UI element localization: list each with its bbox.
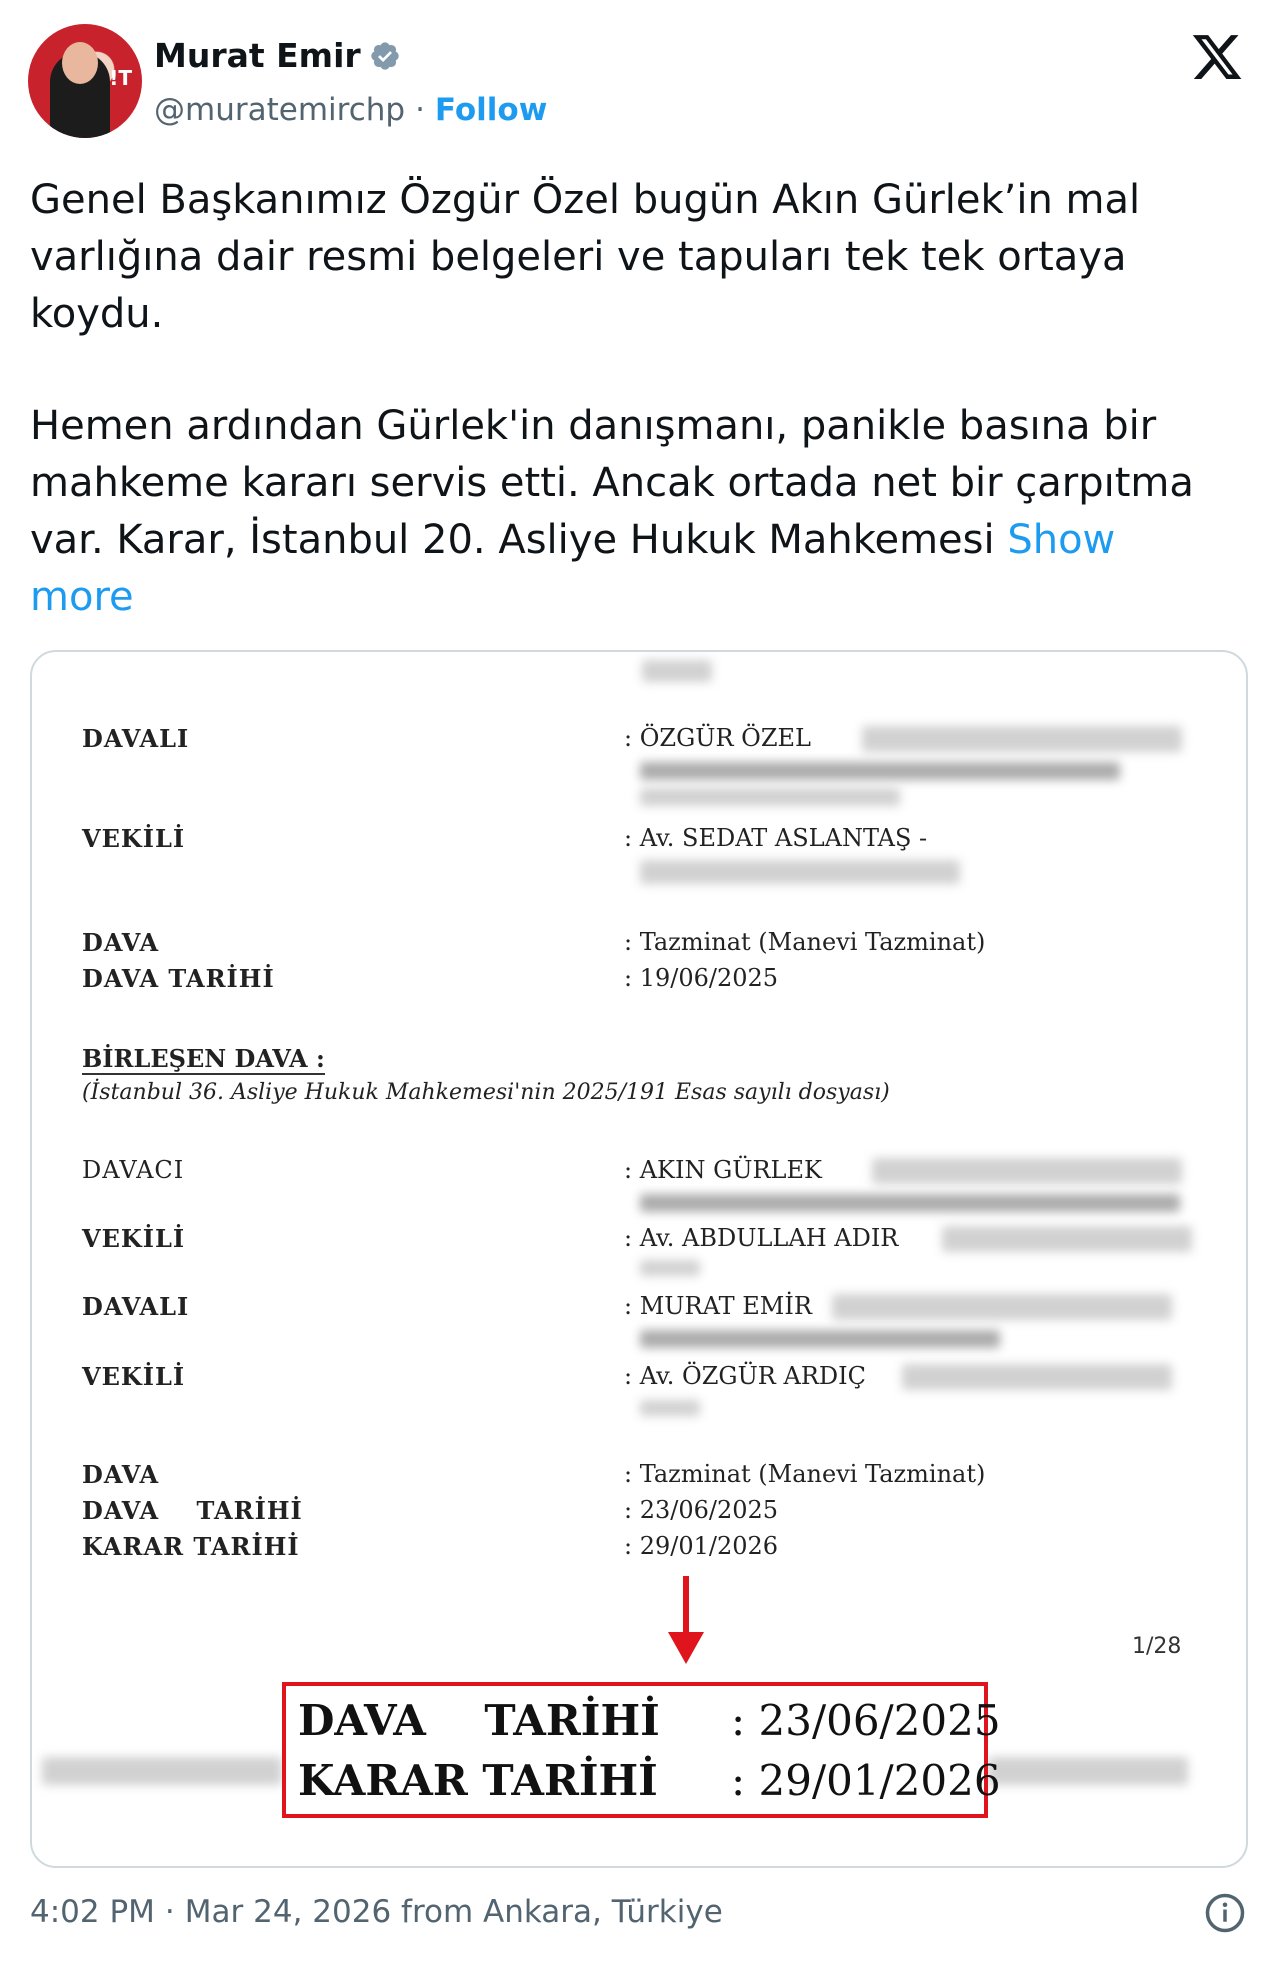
vekili-label-2: VEKİLİ (82, 1224, 186, 1253)
davaci-label: DAVACI (82, 1156, 185, 1184)
vekili-value-3: : Av. ÖZGÜR ARDIÇ (624, 1362, 866, 1390)
redaction (640, 1260, 700, 1276)
redaction (942, 1226, 1192, 1252)
davaci-value: : AKIN GÜRLEK (624, 1156, 822, 1184)
tweet-paragraph-2: Hemen ardından Gürlek'in danışmanı, pani… (30, 398, 1230, 626)
court-document: DAVALI : ÖZGÜR ÖZEL VEKİLİ : Av. SEDAT A… (32, 652, 1246, 1866)
callout-dava-tarihi-label: DAVA TARİHİ (298, 1696, 660, 1745)
dava-tarihi-label: DAVA TARİHİ (82, 964, 275, 993)
verified-badge-icon (370, 41, 399, 70)
tweet-text: Genel Başkanımız Özgür Özel bugün Akın G… (30, 172, 1230, 681)
tweet-media-image[interactable]: DAVALI : ÖZGÜR ÖZEL VEKİLİ : Av. SEDAT A… (30, 650, 1248, 1868)
redaction (642, 660, 712, 682)
redaction (640, 762, 1120, 780)
author-name[interactable]: Murat Emir (154, 36, 361, 75)
highlighted-dates-callout: DAVA TARİHİ : 23/06/2025 KARAR TARİHİ : … (282, 1682, 1001, 1818)
vekili-label: VEKİLİ (82, 824, 186, 853)
redaction (42, 1757, 282, 1785)
redaction (640, 1330, 1000, 1348)
dava-tarihi-value-2: : 23/06/2025 (624, 1496, 779, 1524)
redaction (640, 860, 960, 884)
vekili-value-2: : Av. ABDULLAH ADIR (624, 1224, 899, 1252)
davali-value-2: : MURAT EMİR (624, 1292, 812, 1320)
redaction (640, 1400, 700, 1416)
footer-separator: · (164, 1894, 175, 1930)
info-icon[interactable] (1204, 1892, 1246, 1934)
dava-value-2: : Tazminat (Manevi Tazminat) (624, 1460, 986, 1488)
dava-value: : Tazminat (Manevi Tazminat) (624, 928, 986, 956)
davali-label-2: DAVALI (82, 1292, 190, 1321)
red-down-arrow-icon (668, 1576, 704, 1664)
karar-tarihi-label: KARAR TARİHİ (82, 1532, 300, 1561)
follow-button[interactable]: Follow (435, 92, 547, 128)
page-number: 1/28 (1132, 1634, 1182, 1659)
vekili-value: : Av. SEDAT ASLANTAŞ - (624, 824, 928, 852)
callout-karar-tarihi-value: : 29/01/2026 (731, 1756, 1001, 1805)
redaction (988, 1757, 1188, 1785)
avatar[interactable]: !T (28, 24, 142, 138)
tweet-footer: 4:02 PM · Mar 24, 2026 from Ankara, Türk… (30, 1894, 723, 1930)
karar-tarihi-value: : 29/01/2026 (624, 1532, 779, 1560)
dava-label-2: DAVA (82, 1460, 160, 1489)
vekili-label-3: VEKİLİ (82, 1362, 186, 1391)
redaction (872, 1158, 1182, 1184)
avatar-face (62, 42, 98, 84)
handle-separator: · (415, 92, 425, 128)
tweet-time[interactable]: 4:02 PM (30, 1894, 155, 1930)
author-name-row: Murat Emir (154, 36, 401, 75)
x-logo-icon[interactable] (1190, 30, 1244, 84)
author-handle-row: @muratemirchp · Follow (154, 92, 547, 128)
redaction (902, 1364, 1172, 1390)
birlesen-dava-note: (İstanbul 36. Asliye Hukuk Mahkemesi'nin… (82, 1080, 890, 1105)
redaction (640, 788, 900, 806)
davali-value: : ÖZGÜR ÖZEL (624, 724, 811, 752)
author-handle[interactable]: @muratemirchp (154, 92, 405, 128)
redaction (862, 726, 1182, 752)
callout-dava-tarihi-value: : 23/06/2025 (731, 1696, 1001, 1745)
dava-tarihi-label-2: DAVA TARİHİ (82, 1496, 303, 1525)
tweet-paragraph-1: Genel Başkanımız Özgür Özel bugün Akın G… (30, 177, 1141, 337)
dava-label: DAVA (82, 928, 160, 957)
dava-tarihi-value: : 19/06/2025 (624, 964, 779, 992)
davali-label: DAVALI (82, 724, 190, 753)
birlesen-dava-heading: BİRLEŞEN DAVA : (82, 1044, 325, 1075)
redaction (640, 1194, 1180, 1212)
callout-karar-tarihi-label: KARAR TARİHİ (298, 1756, 658, 1805)
tweet-date-location[interactable]: Mar 24, 2026 from Ankara, Türkiye (185, 1894, 723, 1930)
redaction (832, 1294, 1172, 1320)
avatar-logo-mark: !T (109, 66, 132, 90)
